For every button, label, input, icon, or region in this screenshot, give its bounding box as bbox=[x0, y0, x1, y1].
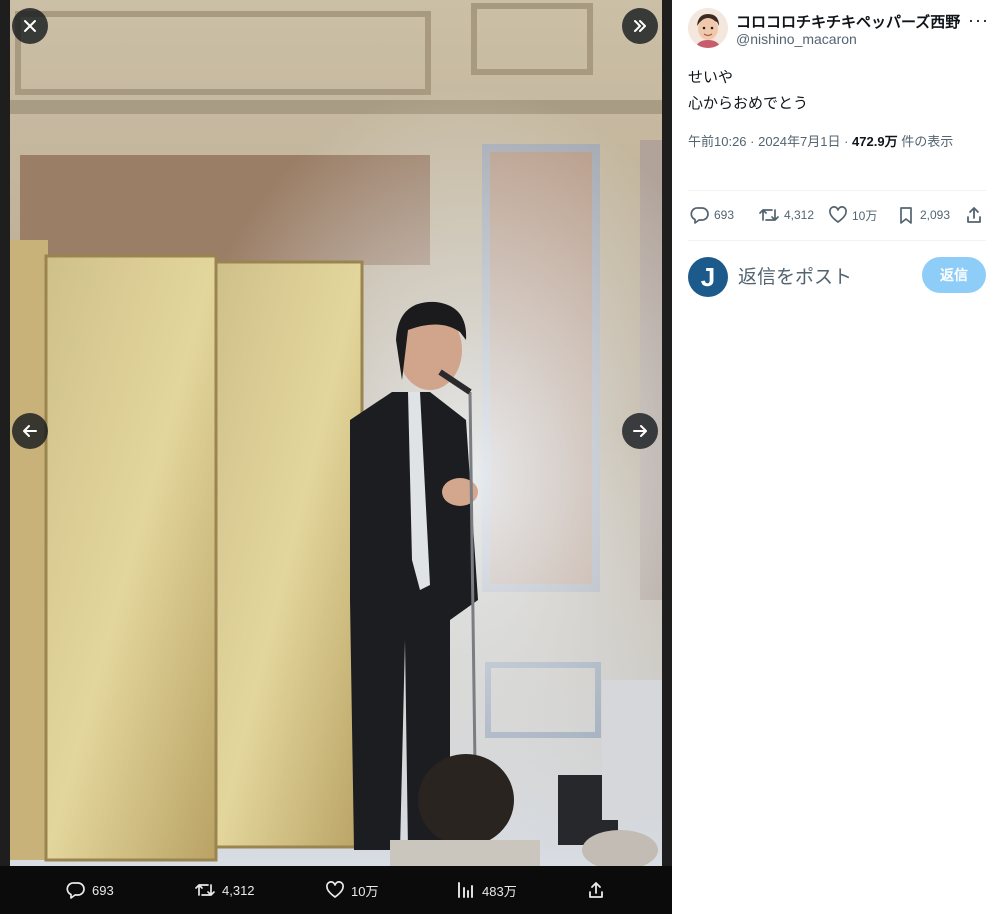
tweet-text: せいや 心からおめでとう bbox=[688, 65, 808, 117]
arrow-left-icon bbox=[23, 425, 37, 437]
viewer-retweet-button[interactable]: 4,312 bbox=[194, 866, 255, 914]
reply-button[interactable]: 693 bbox=[690, 200, 734, 230]
viewer-share-button[interactable] bbox=[586, 866, 606, 914]
user-avatar[interactable]: J bbox=[688, 257, 728, 297]
tweet-text-line: せいや bbox=[688, 69, 734, 86]
tweet-actions: 693 4,312 10万 2,093 bbox=[688, 200, 986, 230]
arrow-right-icon bbox=[633, 425, 647, 437]
viewer-views-count: 483万 bbox=[482, 883, 517, 899]
previous-image-button[interactable] bbox=[12, 413, 48, 449]
share-button[interactable] bbox=[964, 200, 984, 230]
tweet-timestamp[interactable]: 午前10:26 · 2024年7月1日 · bbox=[688, 134, 852, 149]
bookmark-button[interactable]: 2,093 bbox=[896, 200, 950, 230]
more-options-icon[interactable]: ··· bbox=[968, 10, 989, 31]
close-icon bbox=[24, 20, 36, 32]
display-name[interactable]: コロコロチキチキペッパーズ西野 bbox=[736, 11, 960, 32]
bookmark-count: 2,093 bbox=[920, 208, 951, 222]
like-button[interactable]: 10万 bbox=[828, 200, 877, 230]
viewer-retweet-count: 4,312 bbox=[222, 882, 255, 898]
tweet-panel: コロコロチキチキペッパーズ西野 @nishino_macaron ··· せいや… bbox=[672, 0, 998, 914]
reply-icon bbox=[66, 882, 85, 899]
view-label: 件の表示 bbox=[897, 134, 954, 149]
share-icon bbox=[967, 207, 981, 223]
expand-panel-button[interactable] bbox=[622, 8, 658, 44]
share-icon bbox=[589, 882, 603, 898]
media-action-bar: 693 4,312 10万 483万 bbox=[0, 866, 672, 914]
viewer-reply-button[interactable]: 693 bbox=[66, 866, 114, 914]
viewer-reply-count: 693 bbox=[92, 882, 114, 898]
media-viewer: 693 4,312 10万 483万 bbox=[0, 0, 672, 914]
heart-icon bbox=[829, 206, 847, 223]
viewer-like-button[interactable]: 10万 bbox=[325, 866, 378, 914]
divider bbox=[688, 190, 986, 191]
reply-input[interactable]: 返信をポスト bbox=[738, 262, 852, 289]
bookmark-icon bbox=[900, 207, 912, 224]
viewer-like-count: 10万 bbox=[351, 883, 379, 899]
reply-count: 693 bbox=[714, 208, 735, 222]
view-count: 472.9万 bbox=[852, 134, 898, 149]
retweet-button[interactable]: 4,312 bbox=[758, 200, 814, 230]
tweet-text-line: 心からおめでとう bbox=[688, 95, 809, 112]
retweet-count: 4,312 bbox=[784, 208, 815, 222]
heart-icon bbox=[326, 881, 344, 898]
tweet-meta: 午前10:26 · 2024年7月1日 · 472.9万 件の表示 bbox=[688, 130, 978, 153]
like-count: 10万 bbox=[852, 208, 878, 223]
avatar[interactable] bbox=[688, 8, 728, 48]
next-image-button[interactable] bbox=[622, 413, 658, 449]
retweet-icon bbox=[195, 884, 215, 896]
reply-icon bbox=[690, 207, 709, 224]
double-chevron-right-icon bbox=[634, 20, 646, 32]
reply-submit-button[interactable]: 返信 bbox=[922, 257, 986, 293]
retweet-icon bbox=[759, 209, 779, 221]
tweet-photo bbox=[10, 0, 662, 866]
analytics-icon bbox=[458, 882, 473, 898]
user-handle[interactable]: @nishino_macaron bbox=[736, 31, 857, 47]
close-button[interactable] bbox=[12, 8, 48, 44]
divider bbox=[688, 240, 986, 241]
viewer-views-button[interactable]: 483万 bbox=[456, 866, 517, 914]
